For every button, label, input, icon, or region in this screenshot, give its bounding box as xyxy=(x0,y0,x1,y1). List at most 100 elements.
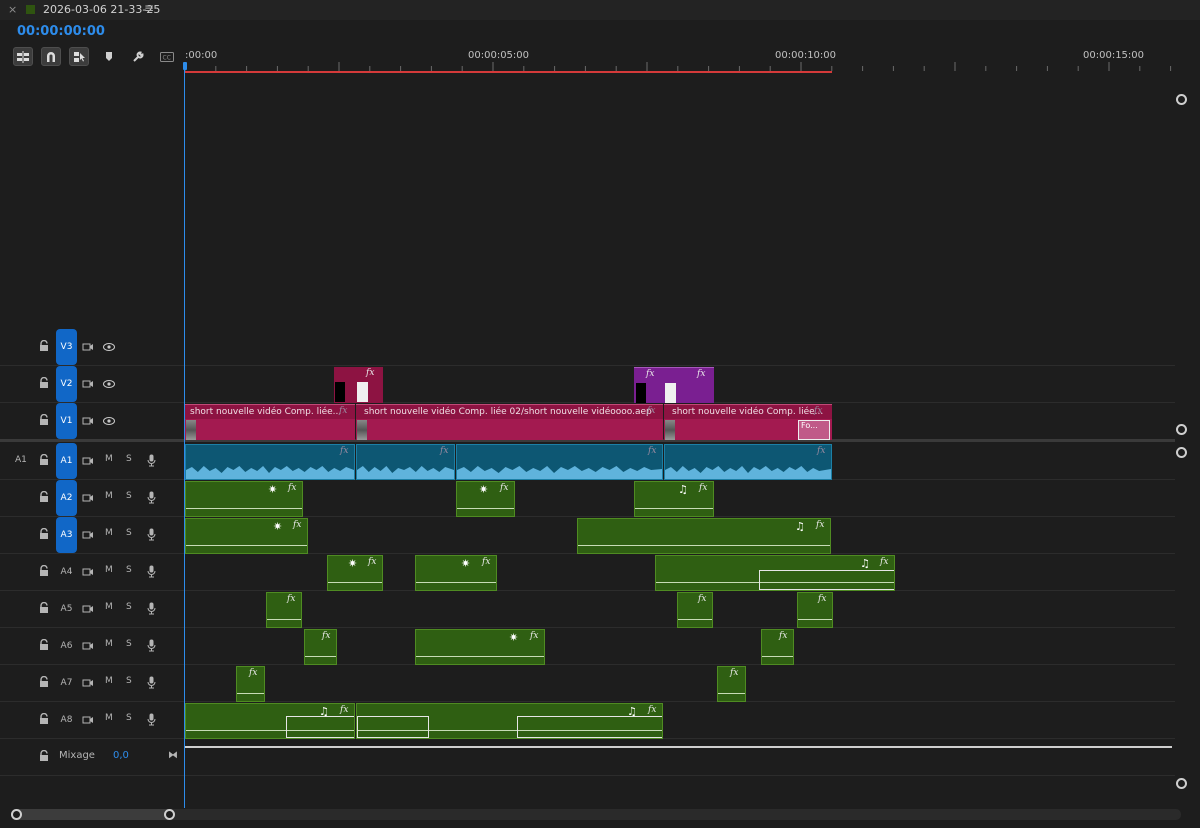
sync-lock-icon[interactable] xyxy=(82,416,94,426)
fx-badge[interactable]: fx xyxy=(530,631,538,641)
panel-menu-icon[interactable]: ≡ xyxy=(144,1,154,15)
nest-icon[interactable] xyxy=(13,47,33,66)
volume-line[interactable] xyxy=(457,508,514,509)
microphone-icon[interactable] xyxy=(147,713,156,726)
a2-clip[interactable]: ✷ fx xyxy=(456,481,515,517)
lock-icon[interactable] xyxy=(39,602,49,614)
eye-icon[interactable] xyxy=(103,343,115,351)
mute-button[interactable]: M xyxy=(105,491,113,501)
lock-icon[interactable] xyxy=(39,454,49,466)
track-target-a7[interactable]: A7 xyxy=(56,665,77,701)
v1-clip[interactable]: short nouvelle vidéo Comp. liée... fx xyxy=(185,404,355,440)
track-target-v1[interactable]: V1 xyxy=(56,403,77,439)
microphone-icon[interactable] xyxy=(147,639,156,652)
sync-lock-icon[interactable] xyxy=(82,530,94,540)
v2-clip[interactable]: fx xyxy=(664,367,714,403)
mute-button[interactable]: M xyxy=(105,602,113,612)
v1-clip[interactable]: short nouvelle vidéo Comp. liée... fx Fo… xyxy=(664,404,832,440)
solo-button[interactable]: S xyxy=(126,676,132,686)
snap-magnet-icon[interactable] xyxy=(41,47,61,66)
transition-box[interactable] xyxy=(517,716,662,738)
settings-wrench-icon[interactable] xyxy=(128,47,148,66)
sync-lock-icon[interactable] xyxy=(82,604,94,614)
volume-line[interactable] xyxy=(635,508,713,509)
a8-clip[interactable]: ♫ fx xyxy=(356,703,663,739)
fx-badge[interactable]: fx xyxy=(779,631,787,641)
captions-icon[interactable]: CC xyxy=(157,47,177,66)
eye-icon[interactable] xyxy=(103,380,115,388)
v1-clip[interactable]: short nouvelle vidéo Comp. liée 02/short… xyxy=(356,404,663,440)
a6-clip[interactable]: ✷ fx xyxy=(415,629,545,665)
sync-lock-icon[interactable] xyxy=(82,456,94,466)
transition-box[interactable] xyxy=(357,716,429,738)
a3-clip[interactable]: ♫ fx xyxy=(577,518,831,554)
audio-scroll-bottom-knob[interactable] xyxy=(1176,778,1187,789)
fx-badge[interactable]: fx xyxy=(646,369,654,379)
volume-line[interactable] xyxy=(186,545,307,546)
lock-icon[interactable] xyxy=(39,340,49,352)
zoom-right-knob[interactable] xyxy=(164,809,175,820)
solo-button[interactable]: S xyxy=(126,602,132,612)
microphone-icon[interactable] xyxy=(147,676,156,689)
a1-clip[interactable]: fx xyxy=(664,444,832,480)
close-tab-icon[interactable]: × xyxy=(8,3,17,16)
volume-line[interactable] xyxy=(416,656,544,657)
a5-clip[interactable]: fx xyxy=(677,592,713,628)
volume-line[interactable] xyxy=(762,656,793,657)
volume-line[interactable] xyxy=(798,619,832,620)
v2-clip[interactable] xyxy=(334,367,356,403)
volume-line[interactable] xyxy=(328,582,382,583)
fx-badge[interactable]: fx xyxy=(698,594,706,604)
microphone-icon[interactable] xyxy=(147,491,156,504)
microphone-icon[interactable] xyxy=(147,454,156,467)
fx-badge[interactable]: fx xyxy=(500,483,508,493)
fx-badge[interactable]: fx xyxy=(368,557,376,567)
sync-lock-icon[interactable] xyxy=(82,379,94,389)
solo-button[interactable]: S xyxy=(126,454,132,464)
horizontal-scrollbar[interactable] xyxy=(11,809,1181,820)
volume-line[interactable] xyxy=(718,693,745,694)
mix-volume-value[interactable]: 0,0 xyxy=(113,750,129,761)
volume-line[interactable] xyxy=(578,545,830,546)
lock-icon[interactable] xyxy=(39,676,49,688)
track-target-v3[interactable]: V3 xyxy=(56,329,77,365)
time-ruler[interactable]: :00:00 00:00:05:00 00:00:10:00 00:00:15:… xyxy=(185,46,1175,74)
sequence-name[interactable]: 2026-03-06 21-33-25 xyxy=(43,3,160,16)
fx-badge[interactable]: fx xyxy=(288,483,296,493)
fx-badge[interactable]: fx xyxy=(249,668,257,678)
fx-badge[interactable]: fx xyxy=(814,406,822,416)
sync-lock-icon[interactable] xyxy=(82,567,94,577)
mute-button[interactable]: M xyxy=(105,454,113,464)
lock-icon[interactable] xyxy=(39,713,49,725)
transition-box[interactable] xyxy=(286,716,354,738)
sync-lock-icon[interactable] xyxy=(82,641,94,651)
fx-badge[interactable]: fx xyxy=(647,406,655,416)
a2-clip[interactable]: ✷ fx xyxy=(185,481,303,517)
lock-icon[interactable] xyxy=(39,565,49,577)
microphone-icon[interactable] xyxy=(147,602,156,615)
track-lane-v3[interactable] xyxy=(185,329,1175,366)
track-target-a8[interactable]: A8 xyxy=(56,702,77,738)
mute-button[interactable]: M xyxy=(105,676,113,686)
track-target-a3[interactable]: A3 xyxy=(56,517,77,553)
solo-button[interactable]: S xyxy=(126,639,132,649)
track-target-a5[interactable]: A5 xyxy=(56,591,77,627)
mute-button[interactable]: M xyxy=(105,565,113,575)
sync-lock-icon[interactable] xyxy=(82,715,94,725)
a1-clip[interactable]: fx xyxy=(185,444,355,480)
track-lane-a7[interactable] xyxy=(185,665,1175,702)
track-target-v2[interactable]: V2 xyxy=(56,366,77,402)
fx-badge[interactable]: fx xyxy=(482,557,490,567)
fx-badge[interactable]: fx xyxy=(340,705,348,715)
track-target-a4[interactable]: A4 xyxy=(56,554,77,590)
solo-button[interactable]: S xyxy=(126,528,132,538)
lock-icon[interactable] xyxy=(39,750,49,762)
track-target-a1[interactable]: A1 xyxy=(56,443,77,479)
a4-clip[interactable]: ✷ fx xyxy=(415,555,497,591)
microphone-icon[interactable] xyxy=(147,528,156,541)
a4-clip[interactable]: ♫ fx xyxy=(655,555,895,591)
sequence-tab[interactable]: × 2026-03-06 21-33-25 ≡ xyxy=(0,0,1200,20)
fx-badge[interactable]: fx xyxy=(293,520,301,530)
mute-button[interactable]: M xyxy=(105,713,113,723)
lock-icon[interactable] xyxy=(39,377,49,389)
